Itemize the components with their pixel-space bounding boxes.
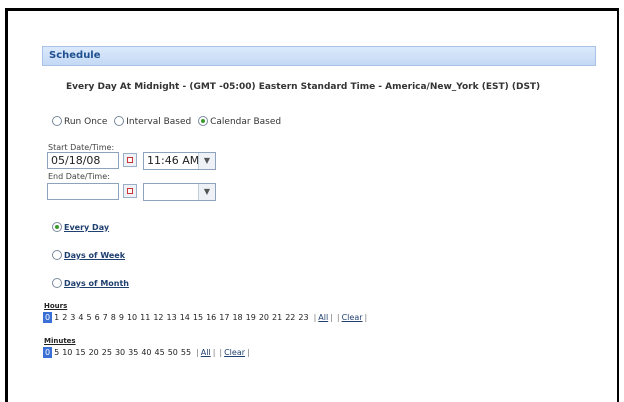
minute-option[interactable]: 45 — [155, 348, 165, 357]
hour-option[interactable]: 7 — [103, 313, 108, 322]
run-mode-group: Run Once Interval Based Calendar Based — [52, 116, 285, 127]
hour-option[interactable]: 2 — [62, 313, 67, 322]
minutes-label: Minutes — [44, 337, 76, 345]
hour-option[interactable]: 10 — [127, 313, 137, 322]
hour-option[interactable]: 17 — [219, 313, 229, 322]
separator: | — [212, 348, 216, 357]
separator: | — [364, 313, 368, 322]
days-of-month-option[interactable]: Days of Month — [52, 278, 129, 288]
separator: | — [196, 348, 199, 357]
start-date-field[interactable]: 05/18/08 — [47, 152, 119, 169]
start-time-value: 11:46 AM — [147, 154, 200, 167]
days-of-week-option[interactable]: Days of Week — [52, 250, 125, 260]
hour-option[interactable]: 0 — [42, 312, 53, 323]
minute-option[interactable]: 15 — [75, 348, 85, 357]
days-of-month-link[interactable]: Days of Month — [64, 279, 129, 288]
minute-option[interactable]: 5 — [54, 348, 59, 357]
minute-option[interactable]: 40 — [141, 348, 151, 357]
chevron-down-icon[interactable]: ▼ — [198, 184, 215, 200]
minutes-clear-link[interactable]: Clear — [224, 348, 245, 357]
hour-option[interactable]: 21 — [272, 313, 282, 322]
hour-option[interactable]: 23 — [298, 313, 308, 322]
separator: | — [336, 313, 340, 322]
hours-selector: 0 1 2 3 4 5 6 7 8 9 10 11 12 13 14 15 16 17 18 19 20 21 22 23 | A… — [42, 312, 369, 323]
schedule-summary: Every Day At Midnight - (GMT -05:00) Eas… — [66, 82, 541, 92]
run-once-radio[interactable] — [52, 116, 62, 126]
hour-option[interactable]: 18 — [232, 313, 242, 322]
hour-option[interactable]: 8 — [111, 313, 116, 322]
days-of-week-link[interactable]: Days of Week — [64, 251, 125, 260]
run-once-option[interactable]: Run Once — [52, 116, 107, 127]
every-day-link[interactable]: Every Day — [64, 223, 109, 232]
schedule-panel-header: Schedule — [42, 46, 596, 66]
chevron-down-icon[interactable]: ▼ — [198, 153, 215, 169]
hour-option[interactable]: 20 — [259, 313, 269, 322]
every-day-radio[interactable] — [52, 222, 62, 232]
days-of-month-radio[interactable] — [52, 278, 62, 288]
hour-option[interactable]: 12 — [153, 313, 163, 322]
hour-option[interactable]: 1 — [54, 313, 59, 322]
separator: | — [313, 313, 317, 322]
hour-option[interactable]: 3 — [70, 313, 75, 322]
minute-option[interactable]: 0 — [42, 347, 53, 358]
minute-option[interactable]: 10 — [62, 348, 72, 357]
calendar-based-option[interactable]: Calendar Based — [198, 116, 281, 127]
minute-option[interactable]: 20 — [89, 348, 99, 357]
calendar-based-radio[interactable] — [198, 116, 209, 126]
hours-label: Hours — [44, 302, 68, 310]
window-frame — [5, 8, 619, 402]
hour-option[interactable]: 14 — [180, 313, 190, 322]
hours-all-link[interactable]: All — [318, 313, 328, 322]
days-of-week-radio[interactable] — [52, 250, 62, 260]
every-day-option[interactable]: Every Day — [52, 222, 109, 232]
hour-option[interactable]: 19 — [246, 313, 256, 322]
interval-based-option[interactable]: Interval Based — [114, 116, 191, 127]
start-time-select[interactable]: 11:46 AM ▼ — [143, 152, 216, 170]
panel-title: Schedule — [49, 50, 101, 61]
hour-option[interactable]: 16 — [206, 313, 216, 322]
hour-option[interactable]: 5 — [86, 313, 91, 322]
hours-clear-link[interactable]: Clear — [342, 313, 363, 322]
hour-option[interactable]: 22 — [285, 313, 295, 322]
hour-option[interactable]: 4 — [78, 313, 83, 322]
separator: | — [330, 313, 333, 322]
minute-option[interactable]: 30 — [115, 348, 125, 357]
end-calendar-icon[interactable] — [123, 184, 137, 198]
minute-option[interactable]: 35 — [128, 348, 138, 357]
minutes-all-link[interactable]: All — [201, 348, 211, 357]
start-calendar-icon[interactable] — [123, 153, 137, 167]
end-datetime-label: End Date/Time: — [48, 172, 110, 181]
end-time-select[interactable]: ▼ — [143, 183, 216, 201]
separator: | — [247, 348, 250, 357]
minute-option[interactable]: 50 — [168, 348, 178, 357]
minute-option[interactable]: 25 — [102, 348, 112, 357]
hour-option[interactable]: 15 — [193, 313, 203, 322]
interval-based-radio[interactable] — [114, 116, 125, 126]
hour-option[interactable]: 13 — [167, 313, 177, 322]
separator: | — [219, 348, 223, 357]
end-date-field[interactable] — [47, 183, 119, 200]
minutes-selector: 0 5 10 15 20 25 30 35 40 45 50 55 | All | | Clear | — [42, 347, 252, 358]
start-datetime-label: Start Date/Time: — [48, 143, 115, 152]
hour-option[interactable]: 6 — [95, 313, 100, 322]
minute-option[interactable]: 55 — [181, 348, 191, 357]
hour-option[interactable]: 9 — [119, 313, 124, 322]
hour-option[interactable]: 11 — [140, 313, 150, 322]
